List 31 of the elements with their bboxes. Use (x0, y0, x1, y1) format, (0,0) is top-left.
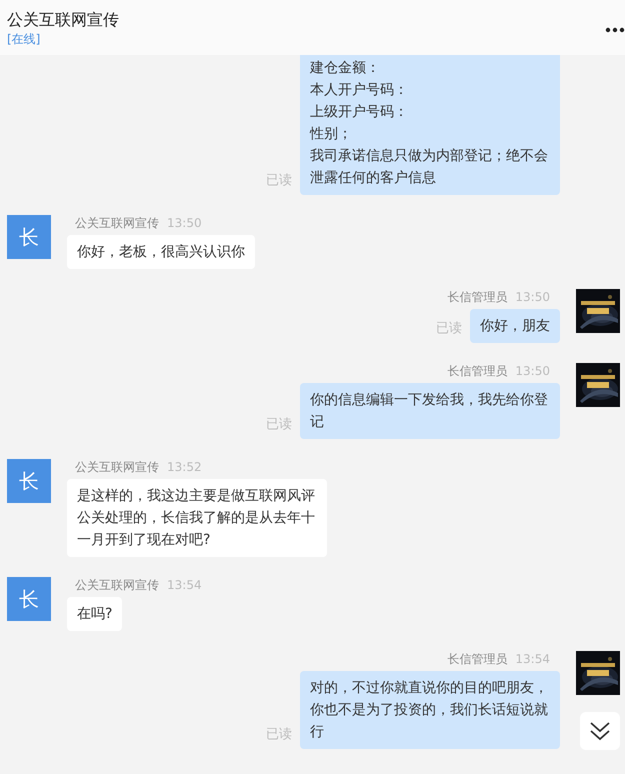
message-bubble: 是这样的，我这边主要是做互联网风评公关处理的，长信我了解的是从去年十一月开到了现在对吧? (67, 479, 327, 557)
chat-title: 公关互联网宣传 (7, 8, 119, 30)
more-icon[interactable] (605, 26, 625, 32)
message-bubble: 在吗? (67, 597, 122, 631)
message-bubble: 你好，朋友 (470, 309, 560, 343)
sender-name: 公关互联网宣传 (75, 577, 159, 593)
message-bubble: 对的，不过你就直说你的目的吧朋友，你也不是为了投资的，我们长话短说就行 (300, 671, 560, 749)
message-time: 13:54 (167, 577, 202, 593)
sender-name: 长信管理员 (447, 363, 508, 379)
scroll-down-button[interactable] (580, 712, 620, 750)
chevron-down-icon (589, 721, 611, 741)
read-receipt: 已读 (266, 416, 292, 433)
message-time: 13:54 (515, 651, 550, 667)
read-receipt: 已读 (266, 172, 292, 189)
message-time: 13:50 (167, 215, 202, 231)
avatar[interactable]: 长 (7, 215, 51, 259)
sender-name: 公关互联网宣传 (75, 459, 159, 475)
online-status: [在线] (7, 30, 42, 46)
avatar[interactable]: 长 (7, 577, 51, 621)
read-receipt: 已读 (266, 726, 292, 743)
message-bubble: 建仓金额： 本人开户号码： 上级开户号码： 性别； 我司承诺信息只做为内部登记；绝不会泄露任何的客户信息 (300, 55, 560, 195)
message-time: 13:52 (167, 459, 202, 475)
message-bubble: 你好，老板，很高兴认识你 (67, 235, 255, 269)
avatar[interactable]: 长 (7, 459, 51, 503)
message-time: 13:50 (515, 289, 550, 305)
message-bubble: 你的信息编辑一下发给我，我先给你登记 (300, 383, 560, 439)
sender-name: 长信管理员 (447, 289, 508, 305)
read-receipt: 已读 (436, 320, 462, 337)
message-time: 13:50 (515, 363, 550, 379)
sender-name: 长信管理员 (447, 651, 508, 667)
sender-name: 公关互联网宣传 (75, 215, 159, 231)
